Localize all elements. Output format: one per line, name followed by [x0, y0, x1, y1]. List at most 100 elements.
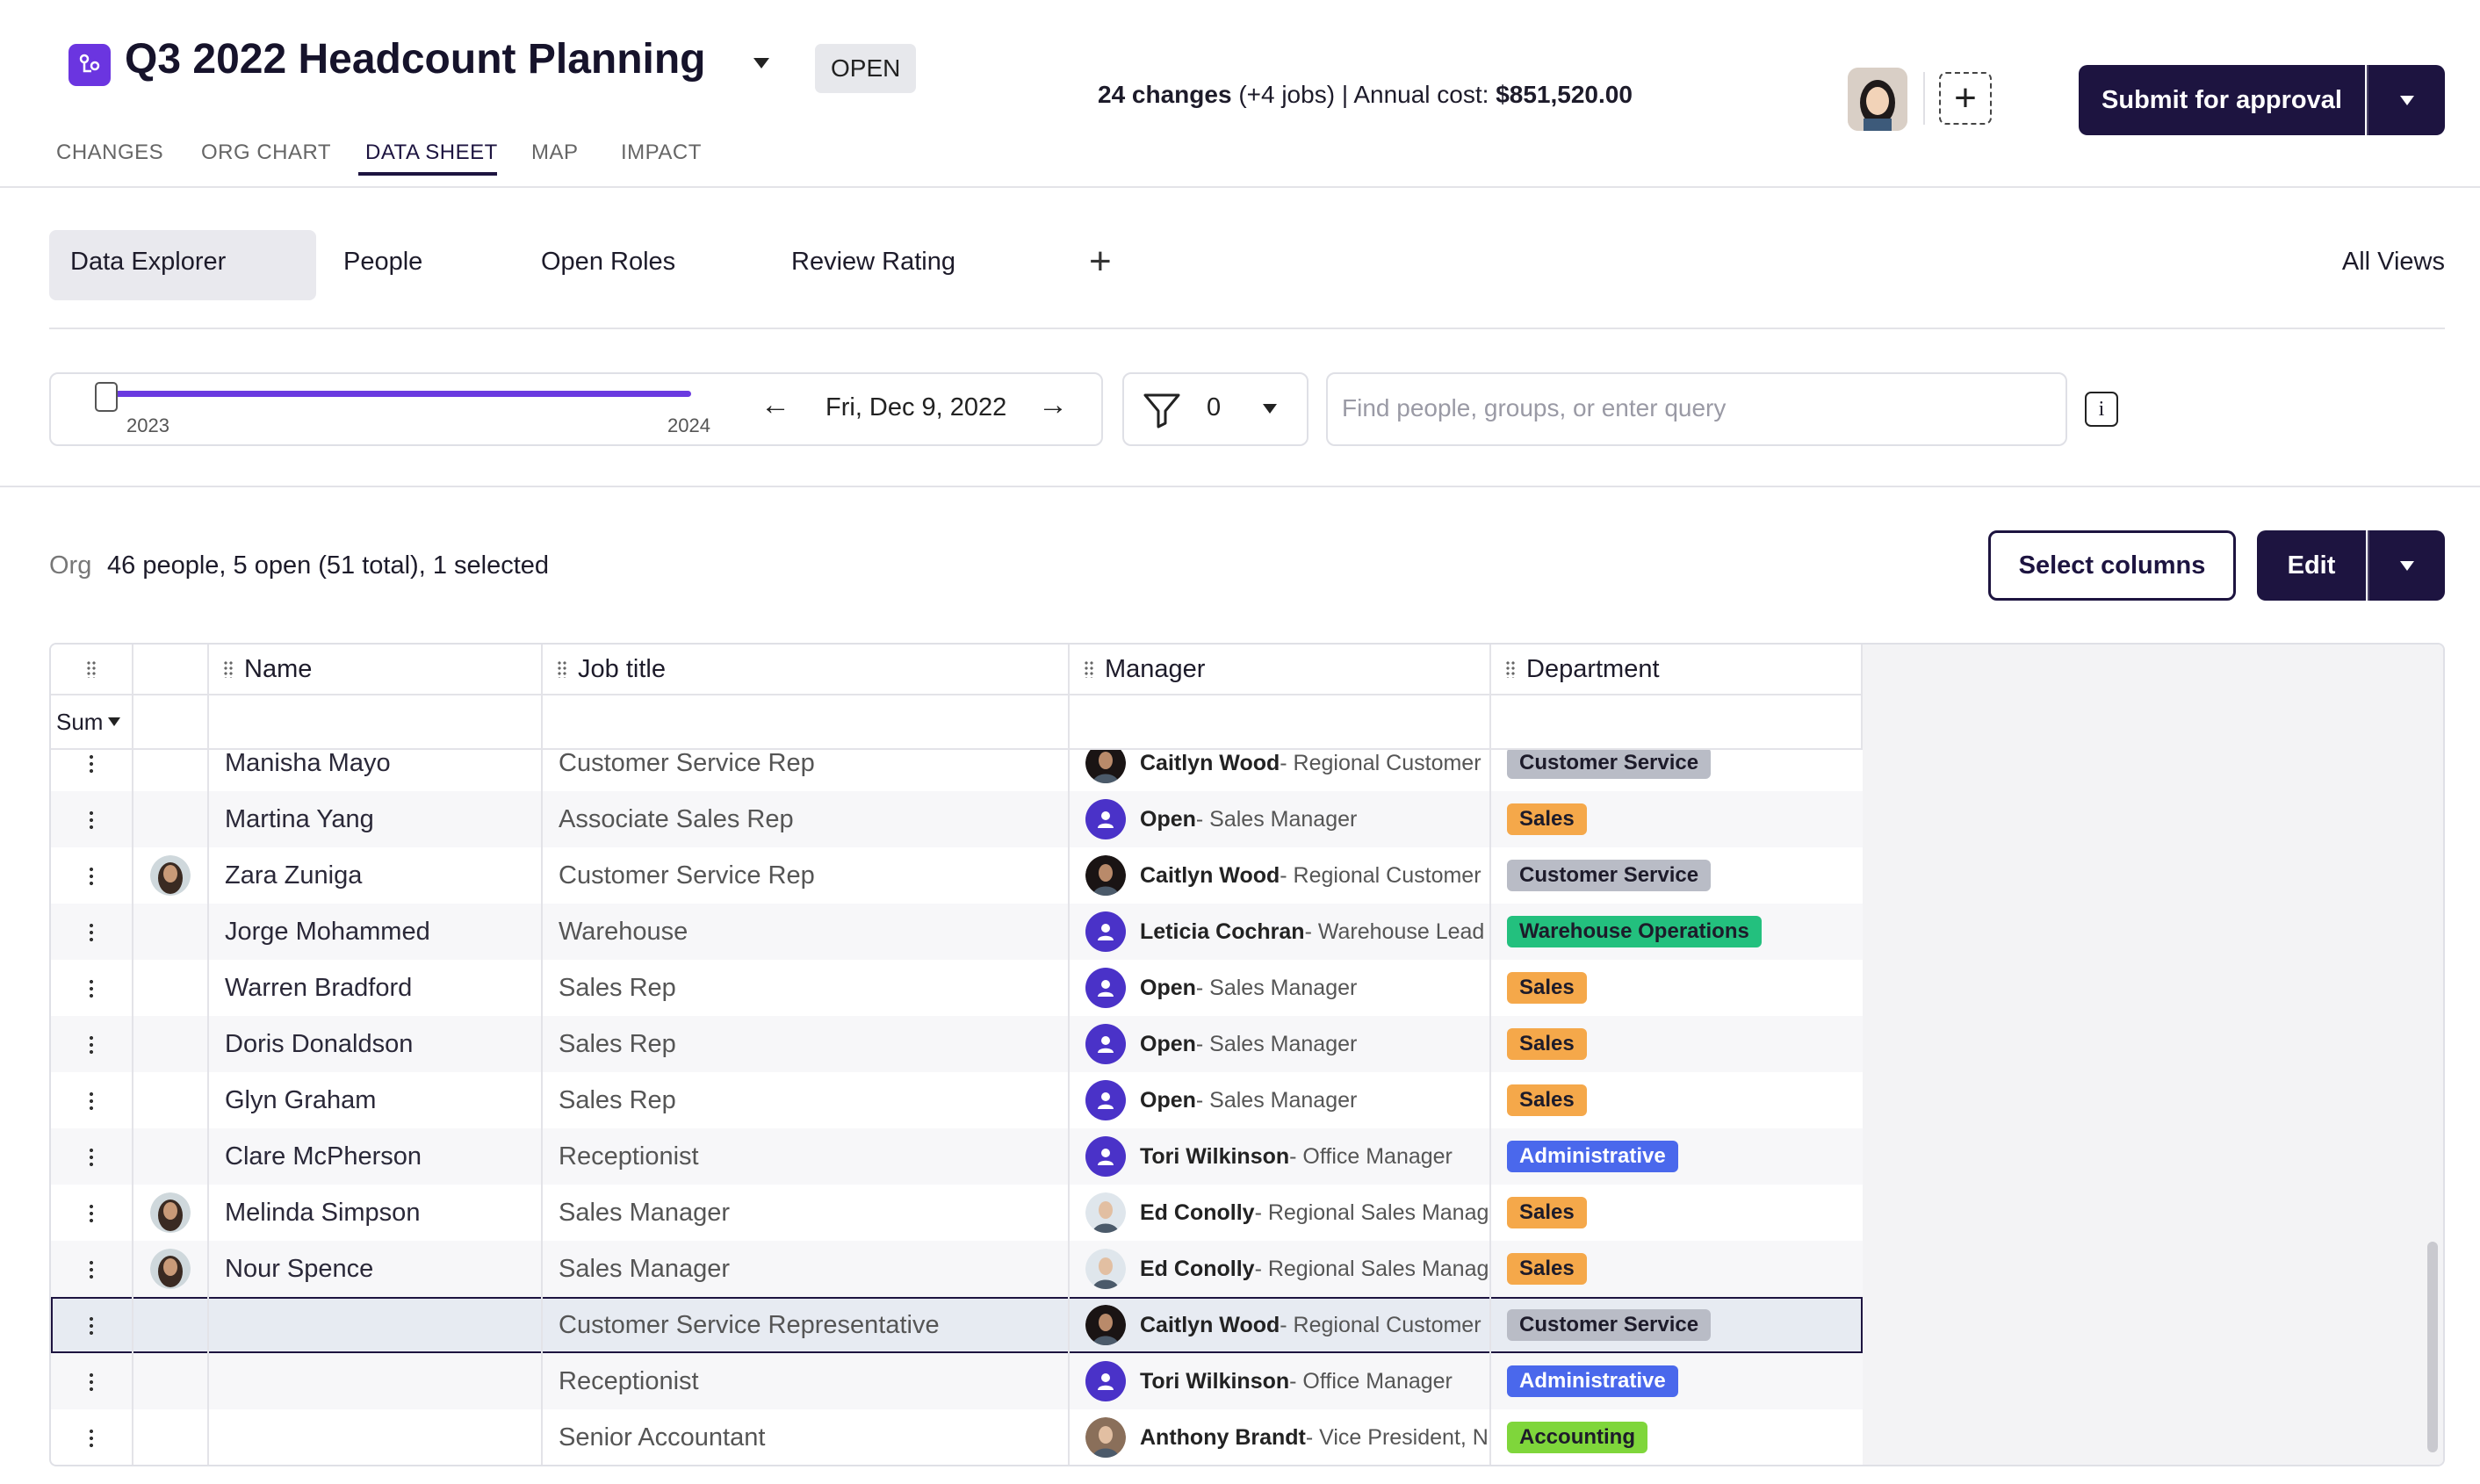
- job-title-cell[interactable]: Associate Sales Rep: [543, 791, 1070, 847]
- name-cell[interactable]: Manisha Mayo: [209, 750, 543, 791]
- job-title-cell[interactable]: Receptionist: [543, 1353, 1070, 1409]
- user-avatar[interactable]: [1848, 68, 1907, 131]
- add-view-plus-icon[interactable]: +: [1089, 242, 1112, 281]
- manager-cell[interactable]: Caitlyn Wood - Regional Customer: [1070, 750, 1491, 791]
- more-vertical-icon[interactable]: [90, 810, 93, 829]
- row-menu[interactable]: [51, 1409, 133, 1465]
- tab-map[interactable]: MAP: [531, 140, 579, 165]
- job-title-cell[interactable]: Sales Manager: [543, 1185, 1070, 1241]
- manager-cell[interactable]: Ed Conolly - Regional Sales Manag: [1070, 1241, 1491, 1297]
- job-title-cell[interactable]: Sales Rep: [543, 960, 1070, 1016]
- name-cell[interactable]: Nour Spence: [209, 1241, 543, 1297]
- row-menu[interactable]: [51, 847, 133, 904]
- view-tab-open-roles[interactable]: Open Roles: [541, 248, 675, 277]
- job-title-cell[interactable]: Customer Service Rep: [543, 847, 1070, 904]
- row-menu[interactable]: [51, 1072, 133, 1128]
- name-cell[interactable]: [209, 1409, 543, 1465]
- table-row[interactable]: Doris Donaldson Sales Rep Open - Sales Man…: [51, 1016, 1863, 1072]
- table-row[interactable]: Receptionist Tori Wilkinson - Office Mana…: [51, 1353, 1863, 1409]
- name-cell[interactable]: Doris Donaldson: [209, 1016, 543, 1072]
- add-collaborator-plus-icon[interactable]: +: [1939, 72, 1992, 125]
- more-vertical-icon[interactable]: [90, 1147, 93, 1166]
- more-vertical-icon[interactable]: [90, 1372, 93, 1391]
- manager-cell[interactable]: Caitlyn Wood - Regional Customer: [1070, 847, 1491, 904]
- name-cell[interactable]: Martina Yang: [209, 791, 543, 847]
- table-row[interactable]: Senior Accountant Anthony Brandt - Vice P…: [51, 1409, 1863, 1465]
- view-tab-data-explorer[interactable]: Data Explorer: [70, 248, 226, 277]
- next-date-arrow-icon[interactable]: →: [1038, 388, 1068, 422]
- job-title-cell[interactable]: Sales Manager: [543, 1241, 1070, 1297]
- view-tab-people[interactable]: People: [343, 248, 422, 277]
- name-cell[interactable]: Warren Bradford: [209, 960, 543, 1016]
- more-vertical-icon[interactable]: [90, 1091, 93, 1110]
- info-icon[interactable]: i: [2085, 392, 2118, 427]
- manager-cell[interactable]: Tori Wilkinson - Office Manager: [1070, 1128, 1491, 1185]
- more-vertical-icon[interactable]: [90, 753, 93, 773]
- more-vertical-icon[interactable]: [90, 922, 93, 941]
- submit-options-chevron-down-icon[interactable]: [2367, 65, 2445, 135]
- all-views-link[interactable]: All Views: [2342, 248, 2445, 277]
- drag-handle-icon[interactable]: [557, 660, 567, 678]
- more-vertical-icon[interactable]: [90, 1203, 93, 1222]
- table-row[interactable]: Glyn Graham Sales Rep Open - Sales Manager…: [51, 1072, 1863, 1128]
- job-title-cell[interactable]: Receptionist: [543, 1128, 1070, 1185]
- select-columns-button[interactable]: Select columns: [1988, 530, 2236, 601]
- department-cell[interactable]: Administrative: [1491, 1128, 1863, 1185]
- edit-options-chevron-down-icon[interactable]: [2368, 530, 2445, 601]
- department-cell[interactable]: Administrative: [1491, 1353, 1863, 1409]
- tab-impact[interactable]: IMPACT: [621, 140, 702, 165]
- row-menu[interactable]: [51, 904, 133, 960]
- drag-handle-icon[interactable]: [1084, 660, 1094, 678]
- manager-cell[interactable]: Open - Sales Manager: [1070, 960, 1491, 1016]
- row-menu[interactable]: [51, 750, 133, 791]
- table-row[interactable]: Nour Spence Sales Manager Ed Conolly - Reg…: [51, 1241, 1863, 1297]
- job-title-cell[interactable]: Sales Rep: [543, 1016, 1070, 1072]
- tab-changes[interactable]: CHANGES: [56, 140, 163, 165]
- row-menu[interactable]: [51, 960, 133, 1016]
- table-row[interactable]: Zara Zuniga Customer Service Rep Caitlyn W…: [51, 847, 1863, 904]
- row-menu[interactable]: [51, 1241, 133, 1297]
- table-row[interactable]: Jorge Mohammed Warehouse Leticia Cochran -…: [51, 904, 1863, 960]
- table-row[interactable]: Warren Bradford Sales Rep Open - Sales Man…: [51, 960, 1863, 1016]
- manager-cell[interactable]: Open - Sales Manager: [1070, 1072, 1491, 1128]
- column-header-department[interactable]: Department: [1491, 645, 1863, 695]
- name-cell[interactable]: Jorge Mohammed: [209, 904, 543, 960]
- tab-data-sheet[interactable]: DATA SHEET: [365, 140, 498, 165]
- timeline-slider-handle[interactable]: [95, 382, 118, 412]
- vertical-scrollbar[interactable]: [2427, 1242, 2438, 1452]
- title-dropdown-caret-icon[interactable]: [753, 58, 769, 68]
- previous-date-arrow-icon[interactable]: ←: [761, 388, 790, 422]
- job-title-cell[interactable]: Warehouse: [543, 904, 1070, 960]
- department-cell[interactable]: Sales: [1491, 1185, 1863, 1241]
- department-cell[interactable]: Sales: [1491, 1241, 1863, 1297]
- table-row[interactable]: Customer Service Representative Caitlyn W…: [51, 1297, 1863, 1353]
- name-cell[interactable]: [209, 1353, 543, 1409]
- manager-cell[interactable]: Anthony Brandt - Vice President, Ne: [1070, 1409, 1491, 1465]
- filter-chevron-down-icon[interactable]: [1263, 404, 1277, 414]
- search-input[interactable]: [1340, 383, 2046, 434]
- job-title-cell[interactable]: Customer Service Rep: [543, 750, 1070, 791]
- column-header-manager[interactable]: Manager: [1070, 645, 1491, 695]
- more-vertical-icon[interactable]: [90, 1315, 93, 1335]
- department-cell[interactable]: Sales: [1491, 1072, 1863, 1128]
- row-menu[interactable]: [51, 1297, 133, 1353]
- edit-button[interactable]: Edit: [2257, 530, 2366, 601]
- table-row[interactable]: Melinda Simpson Sales Manager Ed Conolly -…: [51, 1185, 1863, 1241]
- department-cell[interactable]: Customer Service: [1491, 750, 1863, 791]
- row-menu[interactable]: [51, 1128, 133, 1185]
- row-menu[interactable]: [51, 1185, 133, 1241]
- tab-org-chart[interactable]: ORG CHART: [201, 140, 331, 165]
- name-cell[interactable]: Clare McPherson: [209, 1128, 543, 1185]
- more-vertical-icon[interactable]: [90, 866, 93, 885]
- table-row[interactable]: Manisha Mayo Customer Service Rep Caitlyn …: [51, 750, 1863, 791]
- row-menu[interactable]: [51, 1016, 133, 1072]
- submit-for-approval-button[interactable]: Submit for approval: [2079, 65, 2365, 135]
- column-header-name[interactable]: Name: [209, 645, 543, 695]
- more-vertical-icon[interactable]: [90, 978, 93, 998]
- manager-cell[interactable]: Caitlyn Wood - Regional Customer: [1070, 1297, 1491, 1353]
- department-cell[interactable]: Sales: [1491, 791, 1863, 847]
- department-cell[interactable]: Customer Service: [1491, 847, 1863, 904]
- name-cell[interactable]: Glyn Graham: [209, 1072, 543, 1128]
- manager-cell[interactable]: Leticia Cochran - Warehouse Lead: [1070, 904, 1491, 960]
- more-vertical-icon[interactable]: [90, 1259, 93, 1279]
